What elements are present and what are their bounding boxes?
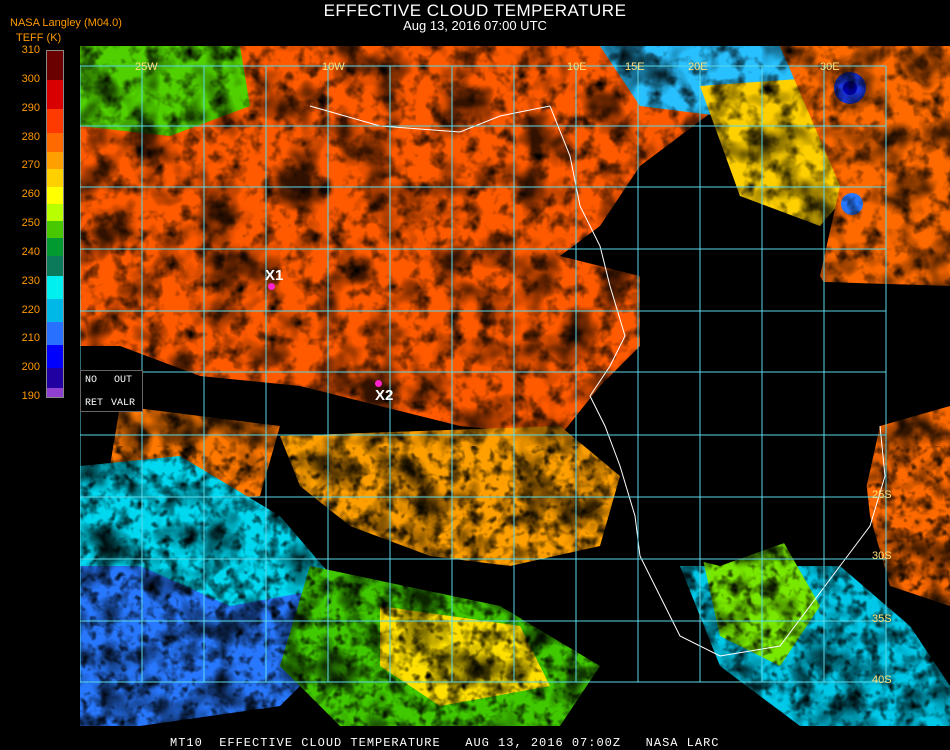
lat-label-30s: 30S [872, 550, 892, 562]
marker-x1-label[interactable]: X1 [265, 267, 283, 284]
lon-label-25w: 25W [135, 61, 158, 73]
grid-labels: 25W 10W 10E 15E 20E 30E 25S 30S 35S 40S [135, 61, 892, 686]
footer-caption: MT10 EFFECTIVE CLOUD TEMPERATURE AUG 13,… [170, 736, 720, 750]
color-legend-swatch [47, 133, 63, 152]
lon-label-10w: 10W [322, 61, 345, 73]
source-label: NASA Langley (M04.0) [10, 17, 122, 29]
color-legend-tick: 220 [21, 303, 40, 316]
color-legend-tick: 280 [21, 130, 40, 143]
units-label: TEFF (K) [16, 32, 62, 44]
out-label: OUT [114, 375, 133, 386]
lat-label-40s: 40S [872, 674, 892, 686]
valr-label: VALR [111, 398, 136, 409]
color-legend-tick: 290 [21, 101, 40, 114]
color-legend-swatch [47, 151, 63, 170]
marker-x1-dot[interactable] [268, 283, 275, 290]
color-legend-tick: 270 [21, 159, 40, 172]
color-legend-tick: 190 [21, 390, 40, 402]
lat-label-25s: 25S [872, 489, 892, 501]
color-legend-swatch [47, 368, 63, 389]
lon-label-20e: 20E [688, 61, 708, 73]
color-legend-tick: 200 [21, 361, 40, 374]
page-subtitle: Aug 13, 2016 07:00 UTC [403, 18, 547, 33]
color-legend-tick: 310 [21, 44, 40, 56]
color-legend-swatch [47, 186, 63, 204]
ret-label: RET [85, 398, 104, 409]
lat-label-35s: 35S [872, 613, 892, 625]
color-legend-swatch [47, 203, 63, 222]
color-legend-swatch [47, 238, 63, 256]
color-legend-swatch [47, 275, 63, 299]
satellite-map[interactable]: 25W 10W 10E 15E 20E 30E 25S 30S 35S 40S [80, 46, 950, 726]
color-legend-swatch [47, 108, 63, 134]
no-label: NO [85, 375, 98, 386]
marker-x2-label[interactable]: X2 [375, 387, 393, 404]
color-legend-swatch [47, 51, 63, 80]
color-legend-tick: 300 [21, 72, 40, 85]
color-legend-swatch [47, 79, 63, 109]
color-legend-swatch [47, 255, 63, 276]
color-legend-tick: 230 [21, 274, 40, 287]
color-legend-swatch [47, 322, 63, 346]
color-legend-tick: 210 [21, 332, 40, 345]
color-legend [46, 50, 64, 398]
color-legend-swatch [47, 345, 63, 369]
color-legend-tick: 240 [21, 245, 40, 258]
color-legend-swatch [47, 388, 63, 397]
marker-x2-dot[interactable] [375, 380, 382, 387]
lon-label-30e: 30E [820, 61, 840, 73]
color-legend-swatch [47, 169, 63, 187]
retrieval-legend-box: NO OUT RET VALR [80, 370, 143, 412]
lon-label-15e: 15E [625, 61, 645, 73]
color-legend-swatch [47, 298, 63, 323]
color-legend-tick: 250 [21, 217, 40, 229]
lon-label-10e: 10E [567, 61, 587, 73]
color-legend-swatch [47, 221, 63, 239]
color-legend-tick: 260 [21, 188, 40, 201]
